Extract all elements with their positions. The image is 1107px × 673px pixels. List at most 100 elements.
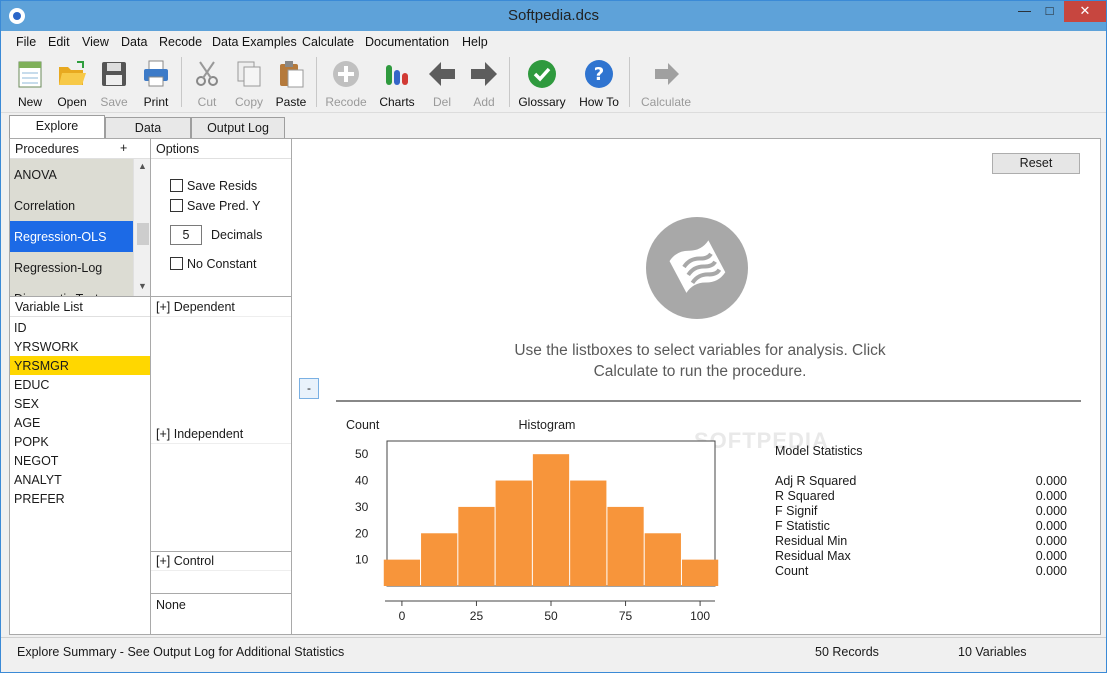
divider <box>151 593 292 594</box>
variable-item-selected[interactable]: YRSMGR <box>10 356 150 375</box>
chart-title: Histogram <box>519 418 576 432</box>
scroll-thumb[interactable] <box>137 223 149 245</box>
save-resids-label: Save Resids <box>187 179 258 193</box>
stat-label: F Signif <box>775 504 818 518</box>
print-button[interactable]: Print <box>133 57 179 109</box>
stat-value: 0.000 <box>1035 564 1067 578</box>
menu-file[interactable]: File <box>16 35 36 49</box>
close-button[interactable]: ✕ <box>1064 1 1106 22</box>
stat-row: Adj R Squared 0.000 <box>775 474 1067 488</box>
variable-item[interactable]: PREFER <box>10 489 150 508</box>
independent-header[interactable]: [+] Independent <box>151 424 291 444</box>
tab-output-log[interactable]: Output Log <box>191 117 285 139</box>
variable-item[interactable]: ANALYT <box>10 470 150 489</box>
variable-item[interactable]: YRSWORK <box>10 337 150 356</box>
procedures-header: Procedures + <box>10 139 150 159</box>
menu-help[interactable]: Help <box>462 35 488 49</box>
scroll-up-icon[interactable]: ▲ <box>138 161 147 171</box>
histogram-bar <box>495 480 532 586</box>
variable-item[interactable]: EDUC <box>10 375 150 394</box>
procedures-expand-button[interactable]: + <box>120 141 127 155</box>
variable-list-header: Variable List <box>10 297 150 317</box>
stat-label: Adj R Squared <box>775 474 857 488</box>
calculate-label: Calculate <box>640 95 692 109</box>
histogram-bar <box>644 533 681 586</box>
folder-open-icon <box>59 61 86 85</box>
menu-data[interactable]: Data <box>121 35 147 49</box>
stat-value: 0.000 <box>1035 534 1067 548</box>
minimize-button[interactable]: — <box>1011 1 1038 22</box>
clipboard-icon <box>280 61 304 88</box>
paste-button[interactable]: Paste <box>268 57 314 109</box>
x-tick-label: 50 <box>544 609 558 623</box>
status-records: 50 Records <box>815 645 879 659</box>
stat-label: F Statistic <box>775 519 830 533</box>
options-panel: Options Save Resids Save Pred. Y 5 Decim… <box>151 139 292 297</box>
maximize-button[interactable]: □ <box>1036 1 1063 22</box>
glossary-button[interactable]: Glossary <box>518 57 566 109</box>
stat-value: 0.000 <box>1035 504 1067 518</box>
variable-item[interactable]: NEGOT <box>10 451 150 470</box>
procedures-title: Procedures <box>15 142 79 156</box>
variable-list: Variable List ID YRSWORK YRSMGR EDUC SEX… <box>10 297 151 635</box>
y-tick-label: 10 <box>355 553 369 567</box>
options-header: Options <box>151 139 291 159</box>
procedure-item[interactable]: ANOVA <box>10 159 133 190</box>
variable-item[interactable]: ID <box>10 318 150 337</box>
stat-value: 0.000 <box>1035 519 1067 533</box>
reset-button[interactable]: Reset <box>992 153 1080 174</box>
none-item[interactable]: None <box>151 595 291 615</box>
tab-data[interactable]: Data <box>105 117 191 139</box>
menu-calculate[interactable]: Calculate <box>302 35 354 49</box>
save-pred-label: Save Pred. Y <box>187 199 261 213</box>
menu-documentation[interactable]: Documentation <box>365 35 449 49</box>
tab-explore[interactable]: Explore <box>9 115 105 140</box>
roles-panel: [+] Dependent [+] Independent [+] Contro… <box>151 297 292 635</box>
menu-recode[interactable]: Recode <box>159 35 202 49</box>
x-tick-label: 100 <box>690 609 710 623</box>
explore-panel: Procedures + ANOVA Correlation Regressio… <box>9 138 1101 635</box>
status-bar: Explore Summary - See Output Log for Add… <box>1 637 1106 672</box>
collapse-button[interactable]: - <box>299 378 319 399</box>
scissors-icon <box>196 61 218 86</box>
save-resids-checkbox[interactable] <box>170 179 183 192</box>
control-header[interactable]: [+] Control <box>151 551 291 571</box>
calculate-arrow-icon <box>655 63 679 85</box>
add-label: Add <box>473 95 495 109</box>
x-tick-label: 25 <box>470 609 484 623</box>
document-logo-icon <box>669 240 726 293</box>
y-tick-label: 50 <box>355 447 369 461</box>
recode-button[interactable]: Recode <box>323 57 369 109</box>
variable-item[interactable]: SEX <box>10 394 150 413</box>
add-button[interactable]: Add <box>461 57 507 109</box>
menu-data-examples[interactable]: Data Examples <box>212 35 297 49</box>
y-tick-label: 20 <box>355 526 369 540</box>
help-icon: ? <box>585 60 613 88</box>
calculate-button[interactable]: Calculate <box>641 57 691 109</box>
app-window: Softpedia.dcs — □ ✕ File Edit View Data … <box>0 0 1107 673</box>
arrow-left-icon <box>429 62 455 86</box>
howto-button[interactable]: ? How To <box>576 57 622 109</box>
procedure-item-selected[interactable]: Regression-OLS <box>10 221 133 252</box>
window-title: Softpedia.dcs <box>508 7 599 24</box>
procedures-list: Procedures + ANOVA Correlation Regressio… <box>10 139 151 297</box>
glossary-label: Glossary <box>518 95 566 109</box>
menu-view[interactable]: View <box>82 35 109 49</box>
menu-edit[interactable]: Edit <box>48 35 70 49</box>
instruction-text: Use the listboxes to select variables fo… <box>490 340 910 382</box>
stats-title: Model Statistics <box>775 444 863 458</box>
dependent-header[interactable]: [+] Dependent <box>151 297 291 317</box>
procedures-scrollbar[interactable]: ▲ ▼ <box>133 159 150 296</box>
save-pred-checkbox[interactable] <box>170 199 183 212</box>
app-logo <box>646 217 748 319</box>
stat-label: Residual Min <box>775 534 848 548</box>
no-constant-checkbox[interactable] <box>170 257 183 270</box>
variable-item[interactable]: POPK <box>10 432 150 451</box>
scroll-down-icon[interactable]: ▼ <box>138 281 147 291</box>
decimals-input[interactable]: 5 <box>170 225 202 245</box>
procedure-item[interactable]: Regression-Log <box>10 252 133 283</box>
procedure-item[interactable]: Correlation <box>10 190 133 221</box>
arrow-right-icon <box>471 62 497 86</box>
variable-item[interactable]: AGE <box>10 413 150 432</box>
procedure-item[interactable]: Diagnostic Tests <box>10 283 133 296</box>
